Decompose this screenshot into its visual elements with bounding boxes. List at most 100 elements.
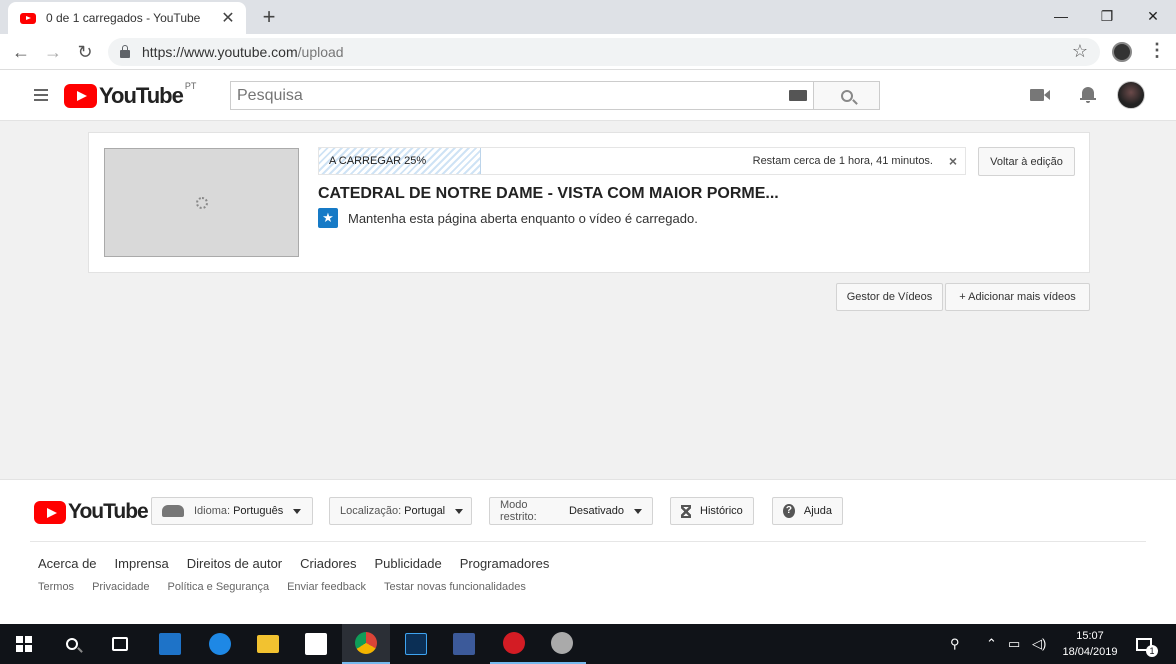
taskbar-file-explorer[interactable] — [244, 624, 292, 664]
footer-divider — [30, 541, 1146, 542]
chevron-down-icon — [455, 508, 464, 514]
network-icon[interactable]: ▭ — [1008, 636, 1020, 652]
action-center-button[interactable]: 1 — [1122, 624, 1166, 664]
footer-secondary-links: Termos Privacidade Política e Segurança … — [38, 581, 544, 593]
chrome-icon — [355, 632, 377, 654]
footer-link-copyright[interactable]: Direitos de autor — [187, 556, 282, 571]
taskbar-search-button[interactable] — [48, 624, 96, 664]
youtube-wordmark: YouTube — [99, 83, 184, 108]
recorder-icon — [503, 632, 525, 654]
language-picker[interactable]: Idioma: Português — [151, 497, 313, 525]
forward-button[interactable]: → — [40, 40, 66, 64]
people-icon[interactable]: ⚲ — [950, 636, 960, 652]
footer-youtube-logo[interactable]: YouTube — [34, 500, 149, 524]
url-text: https://www.youtube.com/upload — [142, 44, 344, 60]
bookmark-star-icon[interactable]: ☆ — [1072, 41, 1088, 62]
country-code: PT — [184, 81, 197, 91]
browser-tab[interactable]: 0 de 1 carregados - YouTube ✕ — [8, 2, 246, 34]
volume-icon[interactable]: ◁) — [1032, 636, 1046, 652]
browser-toolbar: ← → ↻ https://www.youtube.com/upload ☆ ⋮ — [0, 34, 1176, 70]
taskbar-media-app[interactable] — [440, 624, 488, 664]
profile-avatar[interactable] — [1112, 42, 1132, 62]
footer-link-creators[interactable]: Criadores — [300, 556, 356, 571]
upload-card: A CARREGAR 25% Restam cerca de 1 hora, 4… — [88, 132, 1090, 273]
youtube-play-icon — [64, 84, 97, 108]
taskbar-store[interactable] — [292, 624, 340, 664]
search-input[interactable] — [237, 86, 789, 105]
upload-video-icon[interactable] — [1030, 89, 1050, 101]
chevron-down-icon — [634, 508, 642, 514]
youtube-header: YouTube PT — [0, 70, 1176, 121]
history-button[interactable]: Histórico — [670, 497, 754, 525]
page-footer: YouTube Idioma: Português Localização: Por… — [0, 479, 1176, 624]
upload-status: A CARREGAR 25% — [329, 155, 427, 167]
new-tab-button[interactable]: + — [256, 4, 282, 30]
start-button[interactable] — [0, 624, 48, 664]
add-more-videos-button[interactable]: + Adicionar mais vídeos — [945, 283, 1090, 311]
footer-primary-links: Acerca de Imprensa Direitos de autor Cri… — [38, 556, 567, 571]
info-text: Mantenha esta página aberta enquanto o v… — [348, 210, 698, 226]
taskbar-chrome[interactable] — [342, 624, 390, 664]
tab-close-button[interactable]: ✕ — [220, 8, 236, 28]
search-box — [230, 81, 814, 110]
footer-link-feedback[interactable]: Enviar feedback — [287, 581, 366, 593]
footer-link-advertise[interactable]: Publicidade — [375, 556, 442, 571]
photoshop-icon — [405, 633, 427, 655]
video-thumbnail — [104, 148, 299, 257]
windows-logo-icon — [16, 636, 32, 652]
account-avatar[interactable] — [1117, 81, 1145, 109]
footer-link-privacy[interactable]: Privacidade — [92, 581, 149, 593]
edge-icon — [209, 633, 231, 655]
footer-link-terms[interactable]: Termos — [38, 581, 74, 593]
video-manager-button[interactable]: Gestor de Vídeos — [836, 283, 943, 311]
taskbar-app-store-blue[interactable] — [146, 624, 194, 664]
guide-menu-icon[interactable] — [34, 89, 48, 101]
lock-icon — [120, 45, 130, 58]
reload-button[interactable]: ↻ — [72, 40, 98, 64]
store-icon — [305, 633, 327, 655]
task-view-icon — [112, 637, 128, 651]
footer-link-developers[interactable]: Programadores — [460, 556, 550, 571]
location-picker[interactable]: Localização: Portugal — [329, 497, 472, 525]
upload-info: ★ Mantenha esta página aberta enquanto o… — [318, 208, 698, 228]
video-title: CATEDRAL DE NOTRE DAME - VISTA COM MAIOR… — [318, 185, 779, 202]
taskbar-photoshop[interactable] — [392, 624, 440, 664]
taskbar-edge[interactable] — [196, 624, 244, 664]
taskbar-disc-app[interactable] — [538, 624, 586, 664]
disc-icon — [551, 632, 573, 654]
youtube-play-icon — [34, 500, 66, 524]
clock-date: 18/04/2019 — [1062, 646, 1118, 658]
footer-link-press[interactable]: Imprensa — [115, 556, 169, 571]
window-close-button[interactable]: ✕ — [1130, 0, 1176, 32]
notifications-bell-icon[interactable] — [1080, 85, 1096, 103]
upload-progress-bar: A CARREGAR 25% Restam cerca de 1 hora, 4… — [318, 147, 966, 175]
browser-menu-icon[interactable]: ⋮ — [1148, 40, 1166, 61]
minimize-button[interactable]: — — [1038, 0, 1084, 32]
footer-link-policy[interactable]: Política e Segurança — [168, 581, 270, 593]
restore-button[interactable]: ❐ — [1084, 0, 1130, 32]
app-icon — [159, 633, 181, 655]
clock-time: 15:07 — [1076, 630, 1104, 642]
footer-link-test-features[interactable]: Testar novas funcionalidades — [384, 581, 526, 593]
chevron-down-icon — [293, 508, 302, 514]
loading-spinner-icon — [195, 196, 208, 209]
back-button[interactable]: ← — [8, 40, 34, 64]
keyboard-icon[interactable] — [789, 90, 807, 101]
search-button[interactable] — [813, 81, 880, 110]
address-bar[interactable]: https://www.youtube.com/upload ☆ — [108, 38, 1100, 66]
taskbar-clock[interactable]: 15:07 18/04/2019 — [1058, 628, 1122, 660]
youtube-logo[interactable]: YouTube PT — [64, 81, 197, 109]
chevron-up-icon[interactable]: ⌃ — [986, 636, 997, 652]
taskbar-recorder[interactable] — [490, 624, 538, 664]
footer-link-about[interactable]: Acerca de — [38, 556, 97, 571]
folder-icon — [257, 635, 279, 653]
time-remaining: Restam cerca de 1 hora, 41 minutos. — [752, 155, 933, 167]
restricted-mode-picker[interactable]: Modo restrito: Desativado — [489, 497, 653, 525]
help-button[interactable]: ? Ajuda — [772, 497, 843, 525]
task-view-button[interactable] — [96, 624, 144, 664]
back-to-edit-button[interactable]: Voltar à edição — [978, 147, 1075, 176]
cancel-upload-button[interactable]: × — [949, 153, 957, 169]
media-icon — [453, 633, 475, 655]
search-icon — [66, 638, 78, 650]
info-star-icon: ★ — [318, 208, 338, 228]
